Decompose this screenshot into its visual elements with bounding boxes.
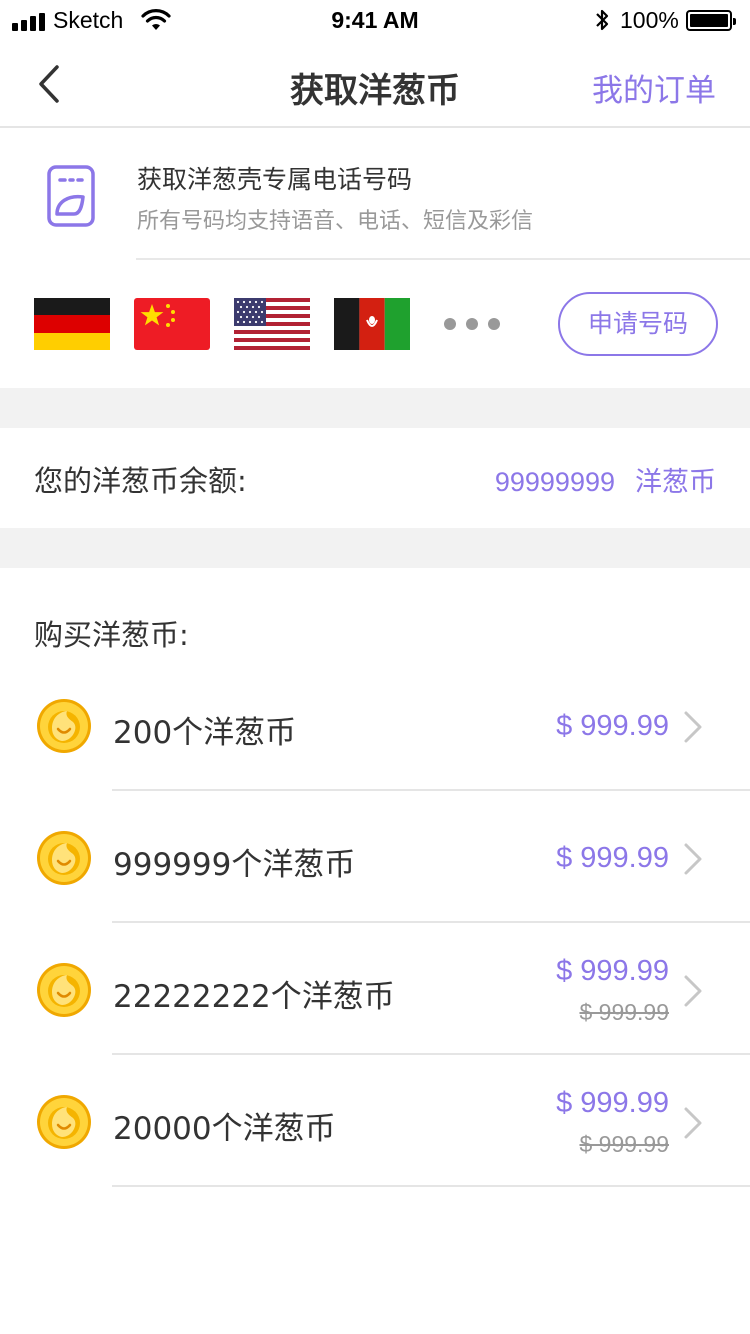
balance-unit: 洋葱币: [635, 467, 716, 498]
chevron-right-icon: [684, 975, 702, 1007]
coin-icon: [37, 963, 91, 1017]
more-dots-icon[interactable]: [444, 318, 500, 330]
divider: [112, 1185, 750, 1187]
battery-icon: [686, 10, 736, 31]
divider: [112, 1053, 750, 1055]
battery-percent: 100%: [620, 7, 679, 33]
coin-package-item[interactable]: 22222222个洋葱币 $ 999.99 $ 999.99: [0, 924, 750, 1056]
coin-package-item[interactable]: 999999个洋葱币 $ 999.99: [0, 792, 750, 924]
chevron-right-icon: [684, 843, 702, 875]
status-bar: Sketch 9:41 AM 100%: [0, 0, 750, 40]
my-orders-button[interactable]: 我的订单: [592, 65, 716, 110]
apply-number-button[interactable]: 申请号码: [558, 292, 718, 356]
package-price: $ 999.99: [556, 710, 669, 742]
number-section-subtitle: 所有号码均支持语音、电话、短信及彩信: [137, 209, 534, 234]
bluetooth-icon: [596, 9, 609, 31]
package-label: 20000个洋葱币: [113, 1111, 336, 1147]
coin-icon: [37, 831, 91, 885]
number-section-title: 获取洋葱壳专属电话号码: [137, 165, 413, 194]
balance-label: 您的洋葱币余额:: [34, 464, 247, 498]
package-label: 22222222个洋葱币: [113, 979, 395, 1015]
section-gap: [0, 528, 750, 568]
balance-value: 99999999 洋葱币: [495, 460, 716, 499]
divider: [112, 921, 750, 923]
phone-number-section: 获取洋葱壳专属电话号码 所有号码均支持语音、电话、短信及彩信 申请号码: [0, 130, 750, 388]
section-gap: [0, 388, 750, 428]
package-price: $ 999.99: [556, 1087, 669, 1119]
purchase-title: 购买洋葱币:: [34, 618, 189, 652]
divider: [112, 789, 750, 791]
germany-flag[interactable]: [34, 298, 110, 350]
chevron-right-icon: [684, 711, 702, 743]
afghanistan-flag[interactable]: [334, 298, 410, 350]
package-price: $ 999.99: [556, 842, 669, 874]
usa-flag[interactable]: [234, 298, 310, 350]
package-label: 200个洋葱币: [113, 715, 297, 751]
country-flags: 申请号码: [0, 292, 750, 356]
balance-row: 您的洋葱币余额: 99999999 洋葱币: [0, 428, 750, 528]
coin-package-item[interactable]: 20000个洋葱币 $ 999.99 $ 999.99: [0, 1056, 750, 1188]
nav-bar: 获取洋葱币 我的订单: [0, 40, 750, 128]
coin-icon: [37, 699, 91, 753]
coin-package-item[interactable]: 200个洋葱币 $ 999.99: [0, 660, 750, 792]
package-price: $ 999.99: [556, 955, 669, 987]
divider: [136, 258, 750, 260]
package-label: 999999个洋葱币: [113, 847, 356, 883]
coin-icon: [37, 1095, 91, 1149]
package-original-price: $ 999.99: [579, 999, 669, 1025]
chevron-right-icon: [684, 1107, 702, 1139]
balance-amount: 99999999: [494, 467, 615, 497]
package-original-price: $ 999.99: [579, 1131, 669, 1157]
sim-card-icon: [47, 165, 95, 227]
china-flag[interactable]: [134, 298, 210, 350]
